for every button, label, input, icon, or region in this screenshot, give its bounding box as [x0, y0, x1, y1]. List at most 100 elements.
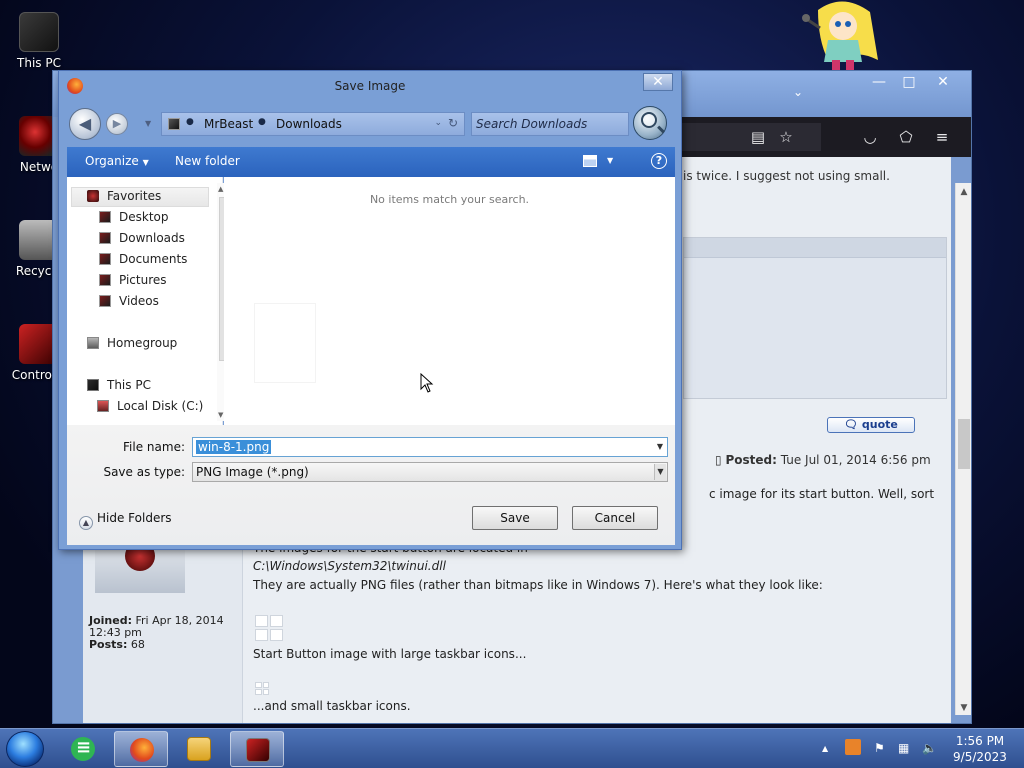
- reader-view-icon[interactable]: ▤: [747, 127, 769, 147]
- start-button[interactable]: [6, 731, 44, 767]
- user-folder-icon: [168, 118, 180, 130]
- quote-button-label: quote: [861, 418, 898, 431]
- post-header: ▯ Posted: Tue Jul 01, 2014 6:56 pm: [715, 453, 931, 467]
- quote-block: [683, 237, 947, 399]
- dialog-close-button[interactable]: ✕: [643, 73, 673, 91]
- tree-label: This PC: [107, 378, 151, 392]
- tree-label: Videos: [119, 294, 159, 308]
- posts-value: 68: [130, 638, 145, 651]
- tree-item-homegroup[interactable]: Homegroup: [87, 336, 177, 350]
- tray-app-icon[interactable]: [845, 739, 861, 755]
- chevron-down-icon: ▼: [142, 158, 149, 167]
- mouse-cursor-icon: [420, 373, 434, 393]
- breadcrumb-mrbeast[interactable]: MrBeast: [204, 117, 253, 131]
- tree-item-pictures[interactable]: Pictures: [99, 273, 167, 287]
- taskbar-app-image[interactable]: [230, 731, 284, 767]
- empty-state-message: No items match your search.: [369, 193, 530, 206]
- joined-value: Fri Apr 18, 2014: [135, 614, 224, 627]
- organize-button[interactable]: Organize ▼: [85, 154, 149, 168]
- menu-icon[interactable]: ≡: [931, 127, 953, 147]
- dialog-titlebar[interactable]: Save Image ✕: [59, 71, 681, 101]
- search-input[interactable]: [476, 116, 626, 132]
- desktop-icon-this-pc[interactable]: This PC: [4, 12, 74, 70]
- save-as-type-dropdown-icon[interactable]: ▼: [654, 464, 666, 480]
- cancel-button[interactable]: Cancel: [572, 506, 658, 530]
- tree-item-local-disk[interactable]: Local Disk (C:): [97, 399, 203, 413]
- view-options-dropdown-icon[interactable]: ▼: [607, 156, 613, 165]
- windows-logo-large-image: [255, 615, 283, 641]
- videos-folder-icon: [99, 295, 111, 307]
- help-icon[interactable]: ?: [651, 153, 667, 169]
- posted-date: Tue Jul 01, 2014 6:56 pm: [780, 453, 931, 467]
- taskbar-app-firefox[interactable]: [114, 731, 168, 767]
- profile-meta: Joined: Fri Apr 18, 2014 12:43 pm Posts:…: [89, 615, 224, 651]
- address-bar[interactable]: ● MrBeast ● Downloads ⌄ ↻: [161, 112, 465, 136]
- minimize-button[interactable]: —: [865, 73, 893, 91]
- tree-item-downloads[interactable]: Downloads: [99, 231, 185, 245]
- scroll-down-icon[interactable]: ▼: [956, 701, 972, 715]
- save-as-type-select[interactable]: PNG Image (*.png) ▼: [192, 462, 668, 482]
- tree-item-documents[interactable]: Documents: [99, 252, 187, 266]
- tree-label: Homegroup: [107, 336, 178, 350]
- file-name-dropdown-icon[interactable]: ▼: [657, 442, 663, 451]
- documents-folder-icon: [99, 253, 111, 265]
- flag-icon[interactable]: ⚑: [874, 741, 885, 755]
- search-box[interactable]: [471, 112, 629, 136]
- new-folder-button[interactable]: New folder: [175, 154, 240, 168]
- page-scrollbar[interactable]: ▲ ▼: [955, 183, 971, 715]
- navigation-row: ◀ ▶ ▼ ● MrBeast ● Downloads ⌄ ↻: [59, 105, 681, 145]
- taskbar-app-green[interactable]: [56, 731, 110, 767]
- file-name-input[interactable]: win-8-1.png ▼: [192, 437, 668, 457]
- tray-overflow-icon[interactable]: ▲: [822, 744, 828, 753]
- windows-logo-small-image: [255, 682, 269, 695]
- forward-button[interactable]: ▶: [106, 113, 128, 135]
- breadcrumb-separator-icon[interactable]: ●: [258, 117, 266, 127]
- clock[interactable]: 1:56 PM 9/5/2023: [950, 733, 1010, 765]
- scroll-up-icon[interactable]: ▲: [218, 185, 223, 193]
- taskbar-app-explorer[interactable]: [172, 731, 226, 767]
- firefox-icon: [130, 738, 154, 762]
- change-view-icon[interactable]: [583, 155, 597, 167]
- tree-item-favorites[interactable]: Favorites: [87, 189, 161, 203]
- maximize-button[interactable]: □: [895, 73, 923, 91]
- posted-label: Posted:: [725, 453, 777, 467]
- quote-button[interactable]: 🗨 quote: [827, 417, 915, 433]
- breadcrumb-downloads[interactable]: Downloads: [276, 117, 342, 131]
- tree-item-videos[interactable]: Videos: [99, 294, 159, 308]
- tree-label: Local Disk (C:): [117, 399, 204, 413]
- scroll-thumb[interactable]: [958, 419, 970, 469]
- refresh-icon[interactable]: ↻: [448, 116, 458, 130]
- breadcrumb-separator-icon[interactable]: ●: [186, 117, 194, 127]
- tree-item-desktop[interactable]: Desktop: [99, 210, 169, 224]
- network-icon[interactable]: ▦: [898, 741, 909, 755]
- bookmark-star-icon[interactable]: ☆: [775, 127, 797, 147]
- image-app-icon: [246, 738, 270, 762]
- search-button[interactable]: [633, 106, 667, 140]
- scroll-down-icon[interactable]: ▼: [218, 411, 223, 419]
- tree-label: Documents: [119, 252, 188, 266]
- extensions-icon[interactable]: ⬠: [895, 127, 917, 147]
- recent-locations-dropdown-icon[interactable]: ▼: [145, 119, 151, 128]
- chat-app-icon: [71, 736, 95, 761]
- tree-item-this-pc[interactable]: This PC: [87, 378, 151, 392]
- tree-label: Downloads: [119, 231, 185, 245]
- desktop-folder-icon: [99, 211, 111, 223]
- back-button[interactable]: ◀: [69, 108, 101, 140]
- file-list-pane[interactable]: No items match your search.: [224, 177, 675, 425]
- volume-icon[interactable]: 🔈: [922, 741, 937, 755]
- pocket-icon[interactable]: ◡: [859, 127, 881, 147]
- hide-folders-button[interactable]: ▲ Hide Folders: [79, 511, 172, 530]
- close-button[interactable]: ✕: [929, 73, 957, 91]
- tab-list-chevron-icon[interactable]: ⌄: [793, 85, 803, 99]
- tree-label: Pictures: [119, 273, 167, 287]
- navigation-pane: Favorites Desktop Downloads Documents Pi…: [67, 177, 229, 425]
- cartoon-character-sticker: [802, 1, 878, 70]
- hide-folders-label: Hide Folders: [97, 511, 172, 525]
- post-text: c image for its start button. Well, sort: [709, 487, 935, 501]
- desktop-icon-label: This PC: [17, 56, 61, 70]
- address-dropdown-icon[interactable]: ⌄: [434, 118, 442, 128]
- save-button[interactable]: Save: [472, 506, 558, 530]
- scroll-up-icon[interactable]: ▲: [956, 185, 972, 199]
- tree-label: Desktop: [119, 210, 169, 224]
- save-form: File name: win-8-1.png ▼ Save as type: P…: [67, 425, 675, 545]
